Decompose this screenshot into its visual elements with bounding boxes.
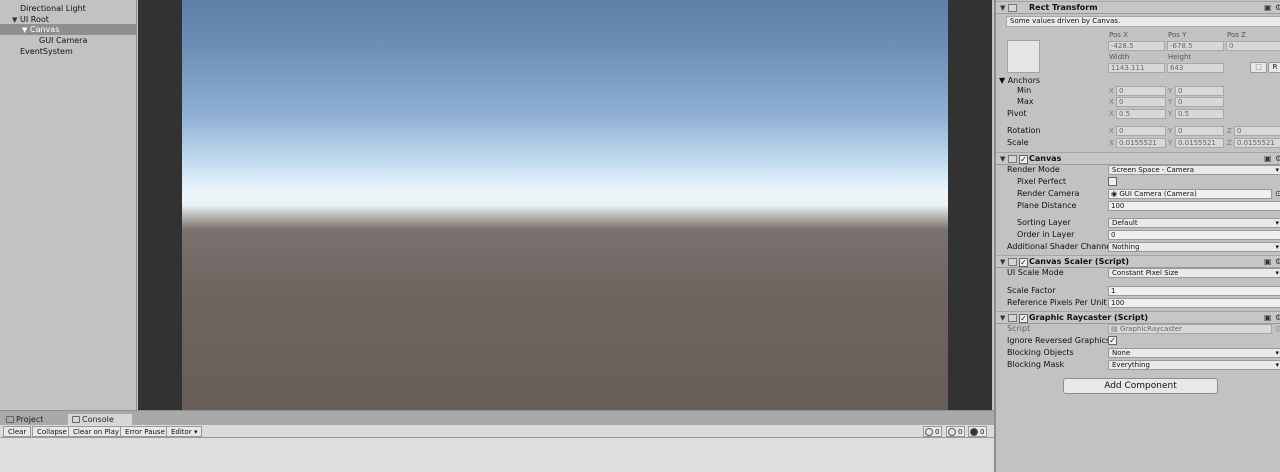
warning-count-toggle[interactable]: 0 <box>946 426 966 437</box>
canvas-scaler-header[interactable]: ▼ ✓ Canvas Scaler (Script) ▣ ⚙ <box>996 255 1280 268</box>
pos-y-field[interactable]: -678.5 <box>1167 41 1224 51</box>
rotation-y-field[interactable]: 0 <box>1175 126 1224 136</box>
hierarchy-item-eventsystem[interactable]: EventSystem <box>6 46 136 57</box>
script-file-icon: ▤ <box>1111 325 1118 333</box>
script-icon <box>1008 258 1017 266</box>
blueprint-mode-button[interactable]: ⬚ <box>1250 62 1267 73</box>
order-in-layer-field[interactable]: 0 <box>1108 230 1280 240</box>
rotation-x-field[interactable]: 0 <box>1116 126 1166 136</box>
rect-transform-header[interactable]: ▼ Rect Transform ▣ ⚙ <box>996 1 1280 14</box>
add-component-button[interactable]: Add Component <box>1063 378 1218 394</box>
help-icon[interactable]: ▣ <box>1264 313 1272 322</box>
camera-icon: ◉ <box>1111 190 1118 198</box>
inspector-panel: ▼ Rect Transform ▣ ⚙ Some values driven … <box>994 0 1280 472</box>
anchor-presets-button[interactable] <box>1007 40 1040 73</box>
rotation-z-field[interactable]: 0 <box>1234 126 1280 136</box>
clear-on-play-button[interactable]: Clear on Play <box>68 426 125 437</box>
console-icon <box>72 416 80 423</box>
game-view-render <box>182 0 948 410</box>
error-count-toggle[interactable]: 0 <box>968 426 988 437</box>
error-icon <box>970 428 978 436</box>
hierarchy-item-canvas[interactable]: ▼ Canvas <box>0 24 136 35</box>
canvas-enabled-checkbox[interactable]: ✓ <box>1019 155 1028 164</box>
canvas-icon <box>1008 155 1017 163</box>
plane-distance-field[interactable]: 100 <box>1108 201 1280 211</box>
rect-transform-icon <box>1008 4 1017 12</box>
pivot-y-field[interactable]: 0.5 <box>1175 109 1224 119</box>
help-icon[interactable]: ▣ <box>1264 3 1272 12</box>
hierarchy-item-directional-light[interactable]: Directional Light <box>6 3 136 14</box>
render-camera-field[interactable]: ◉ GUI Camera (Camera) <box>1108 189 1272 199</box>
script-reference-field: ▤ GraphicRaycaster <box>1108 324 1272 334</box>
gear-icon[interactable]: ⚙ <box>1275 313 1280 322</box>
anchor-max-y-field[interactable]: 0 <box>1175 97 1224 107</box>
anchor-max-x-field[interactable]: 0 <box>1116 97 1166 107</box>
fold-arrow-icon[interactable]: ▼ <box>1000 258 1005 266</box>
anchor-min-y-field[interactable]: 0 <box>1175 86 1224 96</box>
object-picker-icon[interactable]: ⊙ <box>1275 189 1280 198</box>
console-toolbar: Clear Collapse Clear on Play Error Pause… <box>0 425 994 438</box>
gear-icon[interactable]: ⚙ <box>1275 154 1280 163</box>
blocking-objects-dropdown[interactable]: None <box>1108 348 1280 358</box>
pos-x-field[interactable]: -428.5 <box>1108 41 1165 51</box>
console-log-area[interactable] <box>0 438 994 472</box>
info-count-toggle[interactable]: 0 <box>923 426 943 437</box>
fold-arrow-icon: ▼ <box>999 76 1006 85</box>
scale-x-field[interactable]: 0.0155521 <box>1116 138 1166 148</box>
console-panel: Project Console Clear Collapse Clear on … <box>0 410 994 472</box>
error-pause-button[interactable]: Error Pause <box>120 426 170 437</box>
script-icon <box>1008 314 1017 322</box>
scale-y-field[interactable]: 0.0155521 <box>1175 138 1224 148</box>
folder-icon <box>6 416 14 423</box>
canvas-component-header[interactable]: ▼ ✓ Canvas ▣ ⚙ <box>996 152 1280 165</box>
fold-arrow-icon[interactable]: ▼ <box>1000 4 1005 12</box>
info-icon <box>925 428 933 436</box>
blocking-mask-dropdown[interactable]: Everything <box>1108 360 1280 370</box>
render-mode-dropdown[interactable]: Screen Space - Camera <box>1108 165 1280 175</box>
canvas-scaler-enabled-checkbox[interactable]: ✓ <box>1019 258 1028 267</box>
driven-values-note: Some values driven by Canvas. <box>1006 16 1280 27</box>
scale-factor-field[interactable]: 1 <box>1108 286 1280 296</box>
pos-z-field[interactable]: 0 <box>1226 41 1280 51</box>
anchors-foldout[interactable]: ▼ Anchors <box>999 76 1040 86</box>
bottom-tab-bar: Project Console <box>0 411 994 425</box>
warning-icon <box>948 428 956 436</box>
anchor-min-x-field[interactable]: 0 <box>1116 86 1166 96</box>
fold-arrow-icon[interactable]: ▼ <box>1000 314 1005 322</box>
shader-channel-dropdown[interactable]: Nothing <box>1108 242 1280 252</box>
help-icon[interactable]: ▣ <box>1264 154 1272 163</box>
pixel-perfect-checkbox[interactable] <box>1108 177 1117 186</box>
object-picker-icon: ⊙ <box>1275 324 1280 333</box>
width-field[interactable]: 1143.111 <box>1108 63 1165 73</box>
gear-icon[interactable]: ⚙ <box>1275 3 1280 12</box>
pivot-x-field[interactable]: 0.5 <box>1116 109 1166 119</box>
reference-pixels-per-unit-field[interactable]: 100 <box>1108 298 1280 308</box>
fold-arrow-icon[interactable]: ▼ <box>1000 155 1005 163</box>
graphic-raycaster-enabled-checkbox[interactable]: ✓ <box>1019 314 1028 323</box>
height-field[interactable]: 643 <box>1167 63 1224 73</box>
help-icon[interactable]: ▣ <box>1264 257 1272 266</box>
hierarchy-panel: Directional Light ▼ UI Root ▼ Canvas GUI C… <box>0 0 137 410</box>
tab-project[interactable]: Project <box>2 414 64 425</box>
editor-dropdown[interactable]: Editor ▾ <box>166 426 203 437</box>
ignore-reversed-graphics-checkbox[interactable]: ✓ <box>1108 336 1117 345</box>
sorting-layer-dropdown[interactable]: Default <box>1108 218 1280 228</box>
tab-console[interactable]: Console <box>68 414 132 425</box>
gear-icon[interactable]: ⚙ <box>1275 257 1280 266</box>
ui-scale-mode-dropdown[interactable]: Constant Pixel Size <box>1108 268 1280 278</box>
clear-button[interactable]: Clear <box>3 426 32 437</box>
raw-edit-button[interactable]: R <box>1268 62 1280 73</box>
graphic-raycaster-header[interactable]: ▼ ✓ Graphic Raycaster (Script) ▣ ⚙ <box>996 311 1280 324</box>
collapse-button[interactable]: Collapse <box>32 426 72 437</box>
hierarchy-item-gui-camera[interactable]: GUI Camera <box>6 35 136 46</box>
scale-z-field[interactable]: 0.0155521 <box>1234 138 1280 148</box>
